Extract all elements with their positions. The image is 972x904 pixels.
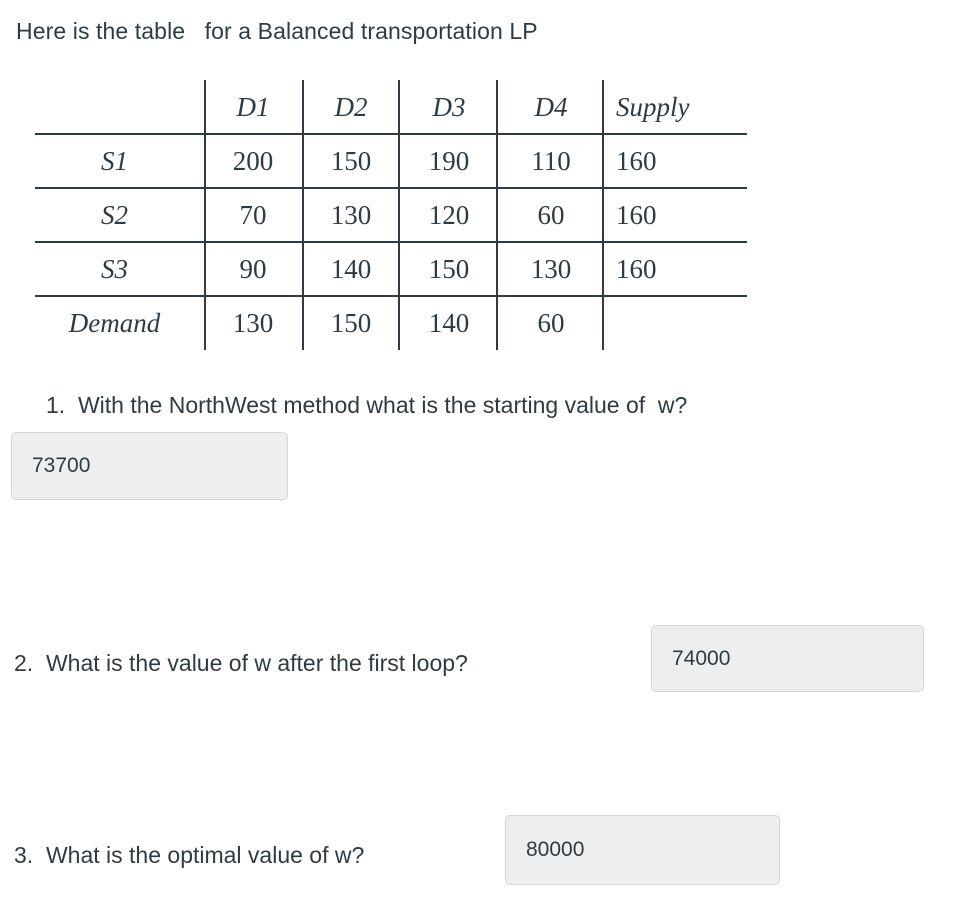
cell-s2-supply: 160 xyxy=(616,199,657,230)
row-label-s1: S1 xyxy=(101,145,128,176)
table-hrule-4 xyxy=(35,295,747,297)
cell-s3-supply: 160 xyxy=(616,253,657,284)
table-demand-row: Demand 130 150 140 60 xyxy=(35,296,749,350)
cell-s1-d3: 190 xyxy=(428,145,470,176)
cell-s3-d2: 140 xyxy=(330,253,372,284)
table-row: S3 90 140 150 130 160 xyxy=(35,242,749,296)
transportation-lp-table: D1 D2 D3 D4 Supply S1 200 150 190 110 16… xyxy=(35,80,747,350)
table-vrule-3 xyxy=(398,80,400,350)
cell-s1-d2: 150 xyxy=(330,145,372,176)
cell-demand-d1: 130 xyxy=(232,307,274,338)
table-grid: D1 D2 D3 D4 Supply S1 200 150 190 110 16… xyxy=(35,80,749,350)
row-label-demand: Demand xyxy=(68,307,161,338)
column-header-d4: D4 xyxy=(534,91,568,122)
row-label-s2: S2 xyxy=(101,199,128,230)
cell-s1-d4: 110 xyxy=(531,145,571,176)
question-2-text: 2. What is the value of w after the firs… xyxy=(14,650,468,676)
table-hrule-3 xyxy=(35,241,747,243)
column-header-d1: D1 xyxy=(236,91,270,122)
cell-demand-supply xyxy=(604,296,749,350)
cell-s3-d3: 150 xyxy=(428,253,470,284)
cell-s2-d4: 60 xyxy=(537,199,565,230)
column-header-supply: Supply xyxy=(616,91,690,122)
table-row: S1 200 150 190 110 160 xyxy=(35,134,749,188)
cell-demand-d3: 140 xyxy=(428,307,470,338)
table-vrule-5 xyxy=(602,80,604,350)
table-row: S2 70 130 120 60 160 xyxy=(35,188,749,242)
cell-s1-supply: 160 xyxy=(616,145,657,176)
question-2-answer-input[interactable]: 74000 xyxy=(651,625,924,692)
cell-demand-d2: 150 xyxy=(330,307,372,338)
table-header-row: D1 D2 D3 D4 Supply xyxy=(35,80,749,134)
table-hrule-1 xyxy=(35,133,747,135)
cell-s3-d4: 130 xyxy=(530,253,572,284)
question-3-answer-input[interactable]: 80000 xyxy=(505,815,780,885)
cell-s3-d1: 90 xyxy=(239,253,267,284)
question-1-answer-input[interactable]: 73700 xyxy=(11,432,288,500)
question-3-text: 3. What is the optimal value of w? xyxy=(14,842,365,868)
cell-s2-d3: 120 xyxy=(428,199,470,230)
table-vrule-2 xyxy=(302,80,304,350)
cell-demand-d4: 60 xyxy=(537,307,565,338)
cell-s2-d2: 130 xyxy=(330,199,372,230)
column-header-d3: D3 xyxy=(432,91,466,122)
cell-s1-d1: 200 xyxy=(232,145,274,176)
question-1-text: 1. With the NorthWest method what is the… xyxy=(46,392,688,418)
table-vrule-1 xyxy=(204,80,206,350)
intro-text: Here is the table for a Balanced transpo… xyxy=(16,18,538,44)
table-corner-cell xyxy=(35,80,204,134)
cell-s2-d1: 70 xyxy=(239,199,267,230)
table-hrule-2 xyxy=(35,187,747,189)
row-label-s3: S3 xyxy=(101,253,128,284)
table-vrule-4 xyxy=(496,80,498,350)
column-header-d2: D2 xyxy=(334,91,368,122)
